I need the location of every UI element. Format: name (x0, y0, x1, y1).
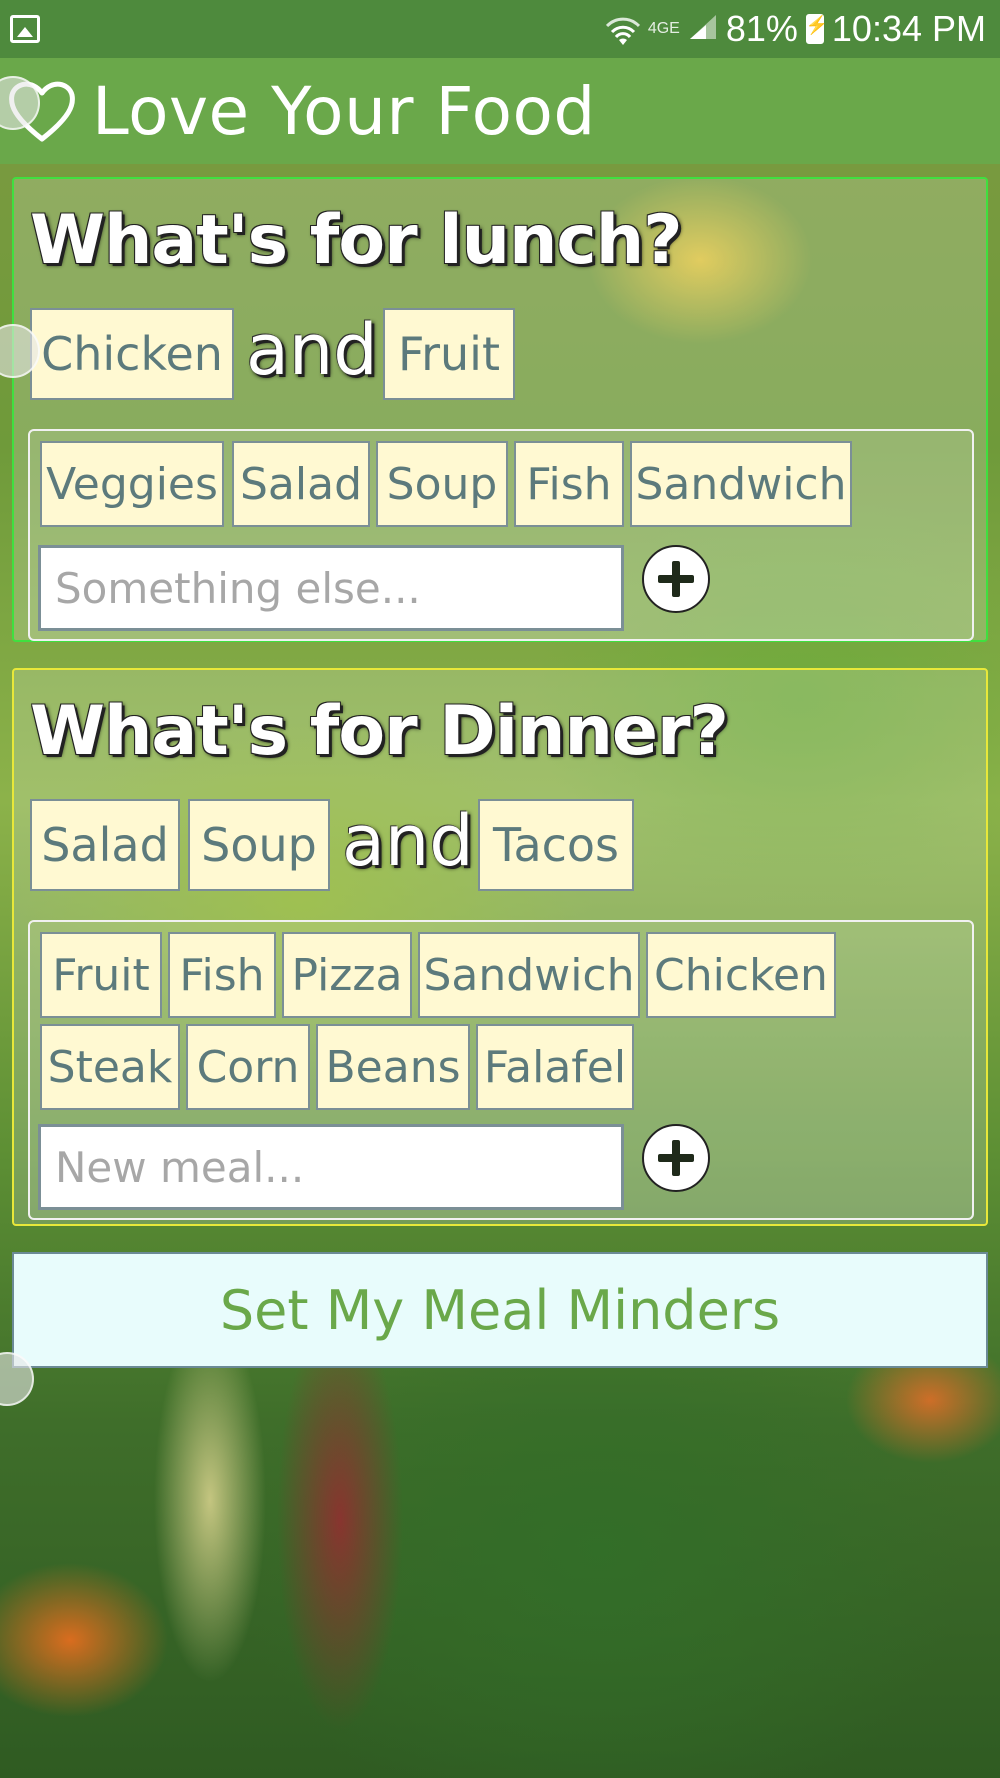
plus-icon (658, 561, 694, 597)
dinner-option-chip[interactable]: Sandwich (418, 932, 640, 1018)
dinner-option-chip[interactable]: Corn (186, 1024, 310, 1110)
status-bar: 4GE 81% 10:34 PM (0, 0, 1000, 58)
lunch-something-else-input[interactable] (38, 545, 624, 631)
signal-icon (688, 8, 718, 50)
clock: 10:34 PM (831, 8, 986, 49)
gallery-notification-icon (10, 15, 40, 43)
status-right: 4GE 81% 10:34 PM (605, 8, 986, 50)
dinner-option-chip[interactable]: Falafel (476, 1024, 634, 1110)
network-type-label: 4GE (647, 20, 680, 37)
dinner-selected-chip[interactable]: Soup (188, 799, 330, 891)
dinner-options-box: Fruit Fish Pizza Sandwich Chicken Steak … (28, 920, 974, 1220)
lunch-options-box: Veggies Salad Soup Fish Sandwich (28, 429, 974, 641)
dinner-option-chip[interactable]: Fish (168, 932, 276, 1018)
lunch-add-button[interactable] (642, 545, 710, 613)
dinner-selected-chip[interactable]: Salad (30, 799, 180, 891)
set-meal-minders-button[interactable]: Set My Meal Minders (12, 1252, 988, 1368)
lunch-option-chip[interactable]: Veggies (40, 441, 224, 527)
lunch-option-chip[interactable]: Soup (376, 441, 508, 527)
lunch-selected-chip[interactable]: Fruit (383, 308, 515, 400)
dinner-new-meal-input[interactable] (38, 1124, 624, 1210)
lunch-option-chip[interactable]: Sandwich (630, 441, 852, 527)
lunch-and-label: and (246, 309, 378, 391)
lunch-panel: What's for lunch? Chicken and Fruit Vegg… (12, 177, 988, 642)
dinner-option-chip[interactable]: Beans (316, 1024, 470, 1110)
dinner-heading: What's for Dinner? (30, 692, 729, 771)
app-title: Love Your Food (92, 72, 596, 150)
plus-icon (658, 1140, 694, 1176)
dinner-panel: What's for Dinner? Salad Soup and Tacos … (12, 668, 988, 1226)
dinner-option-chip[interactable]: Chicken (646, 932, 836, 1018)
status-left (10, 15, 40, 43)
wifi-icon (605, 14, 640, 45)
lunch-heading: What's for lunch? (30, 201, 683, 280)
lunch-option-chip[interactable]: Salad (232, 441, 370, 527)
dinner-and-label: and (342, 800, 474, 882)
lunch-option-chip[interactable]: Fish (514, 441, 624, 527)
lunch-selected-chip[interactable]: Chicken (30, 308, 234, 400)
dinner-selected-chip[interactable]: Tacos (478, 799, 634, 891)
dinner-add-button[interactable] (642, 1124, 710, 1192)
app-bar: Love Your Food (0, 58, 1000, 164)
dinner-option-chip[interactable]: Fruit (40, 932, 162, 1018)
dinner-option-chip[interactable]: Pizza (282, 932, 412, 1018)
battery-percent: 81% (725, 8, 798, 49)
battery-charging-icon (805, 14, 828, 44)
dinner-option-chip[interactable]: Steak (40, 1024, 180, 1110)
